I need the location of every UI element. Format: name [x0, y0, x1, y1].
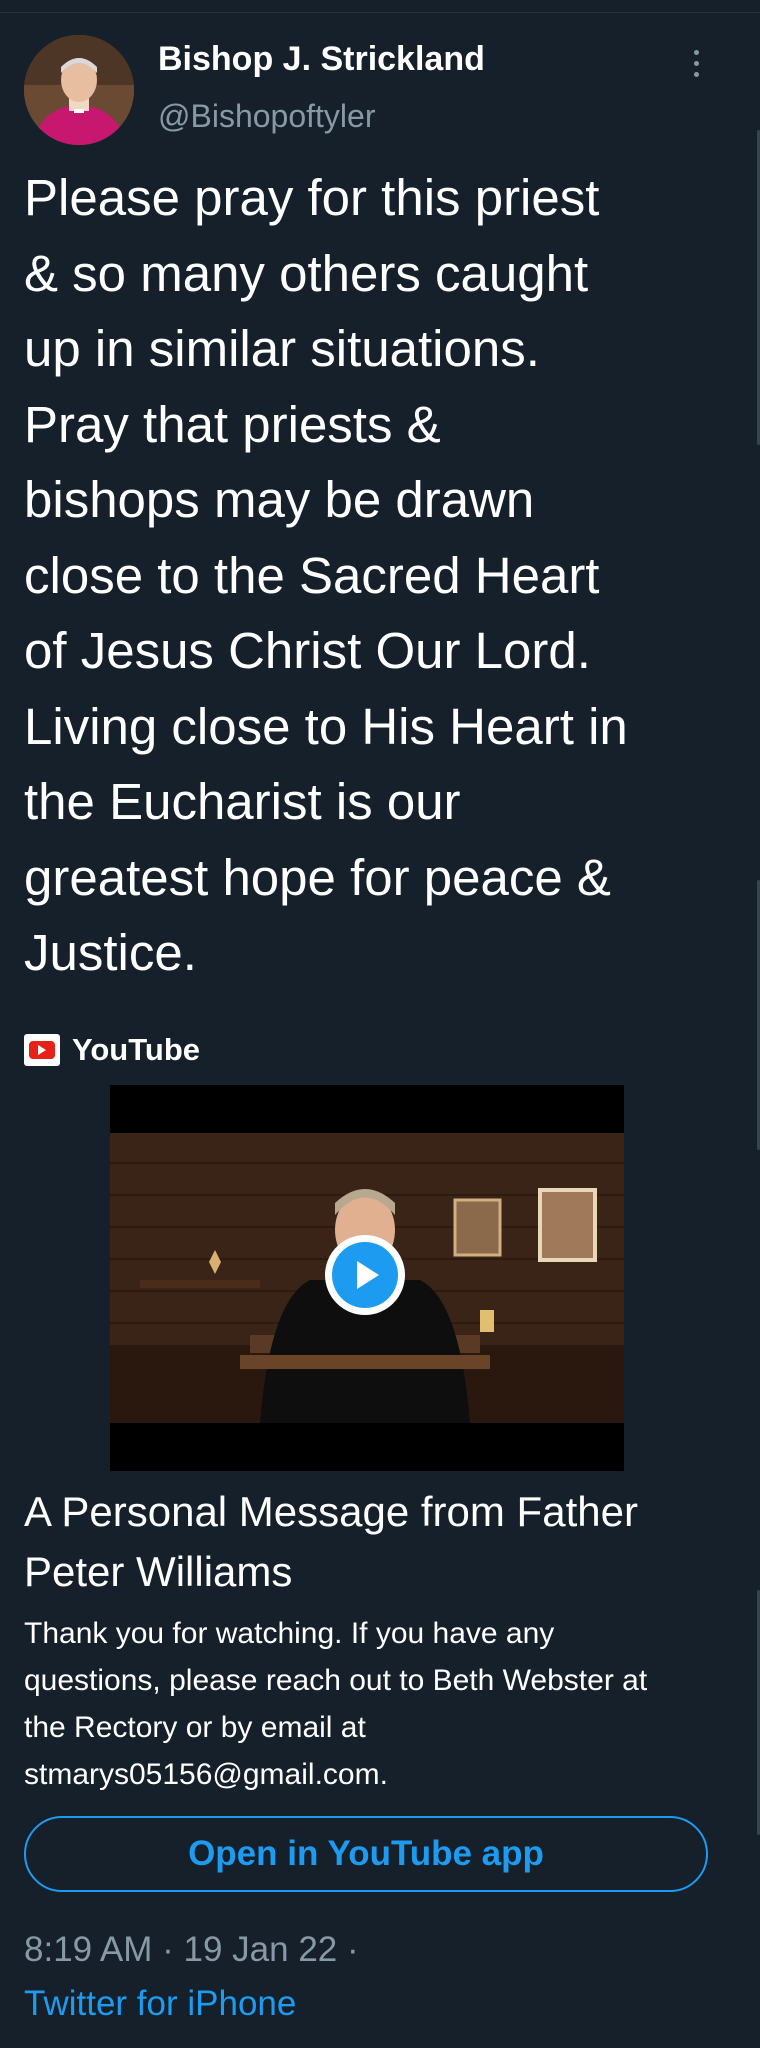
top-divider [0, 0, 760, 13]
play-icon[interactable] [325, 1235, 405, 1315]
card-description: Thank you for watching. If you have any … [24, 1617, 648, 1791]
provider-label: YouTube [72, 1032, 200, 1067]
author-handle[interactable]: @Bishopoftyler [158, 98, 375, 135]
tweet-source[interactable]: Twitter for iPhone [24, 1984, 296, 2024]
open-in-app-button[interactable]: Open in YouTube app [24, 1816, 708, 1892]
card-provider: YouTube [24, 1030, 200, 1070]
video-thumbnail[interactable] [110, 1085, 624, 1471]
tweet-text: Please pray for this priest & so many ot… [24, 169, 628, 981]
youtube-logo-icon [24, 1034, 60, 1066]
author-name[interactable]: Bishop J. Strickland [158, 40, 485, 79]
more-vertical-icon[interactable] [686, 50, 706, 90]
avatar[interactable] [24, 35, 134, 145]
tweet-timestamp[interactable]: 8:19 AM · 19 Jan 22 · [24, 1930, 359, 1970]
card-title[interactable]: A Personal Message from Father Peter Wil… [24, 1482, 724, 1602]
